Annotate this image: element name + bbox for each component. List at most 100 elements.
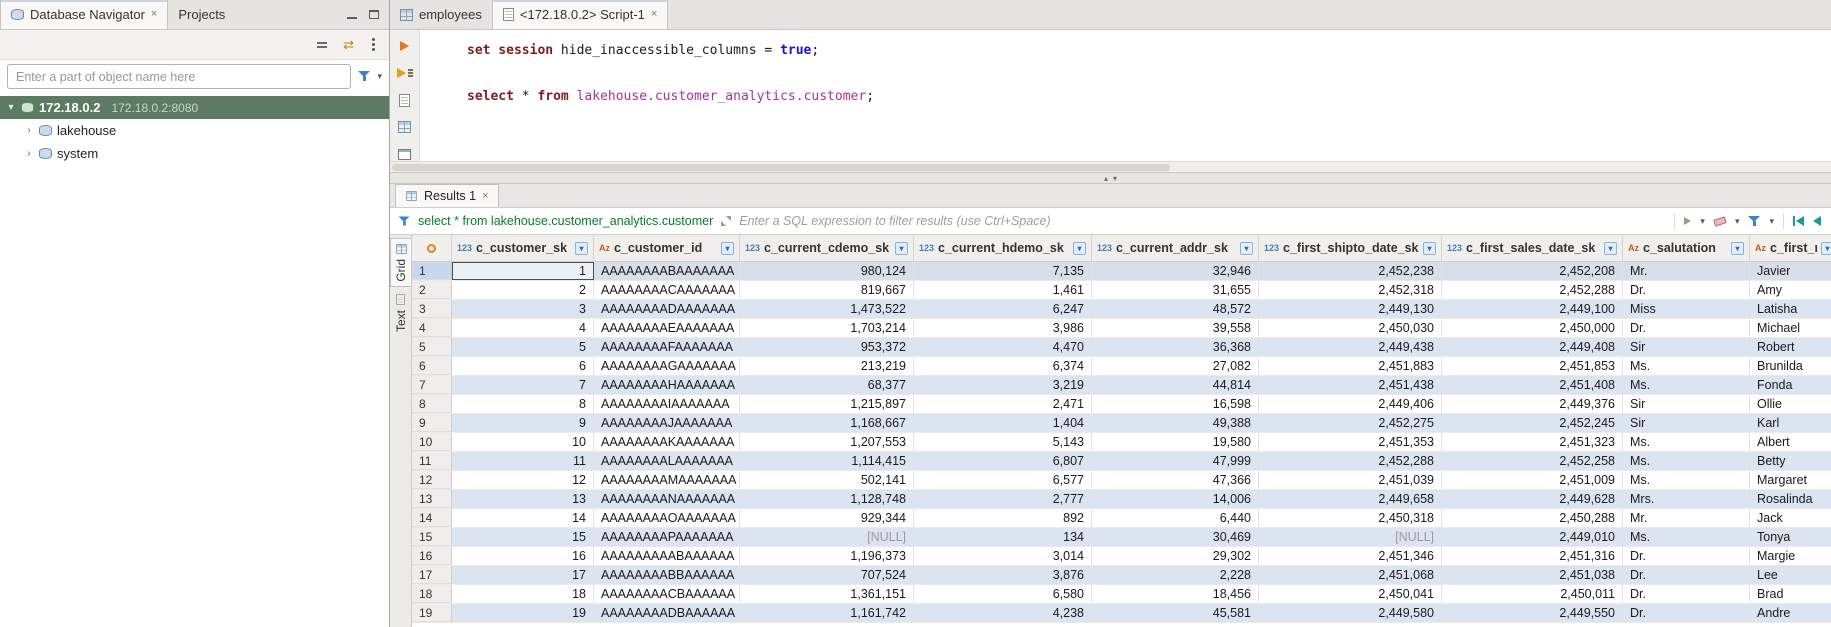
grid-cell[interactable]: 2,451,323 — [1442, 433, 1623, 451]
grid-cell[interactable]: AAAAAAAAKAAAAAAA — [594, 433, 740, 451]
grid-cell[interactable]: Sir — [1623, 395, 1750, 413]
grid-cell[interactable]: 2,451,009 — [1442, 471, 1623, 489]
grid-cell[interactable]: 2,452,245 — [1442, 414, 1623, 432]
editor-results-splitter[interactable]: ▴ ▾ — [390, 172, 1831, 184]
grid-cell[interactable]: 1,114,415 — [740, 452, 914, 470]
grid-cell[interactable]: Miss — [1623, 300, 1750, 318]
execute-statement-icon[interactable] — [397, 39, 413, 53]
maximize-icon[interactable] — [369, 10, 379, 19]
grid-cell[interactable]: 6 — [452, 357, 594, 375]
grid-cell[interactable]: Mr. — [1623, 262, 1750, 280]
grid-cell[interactable]: AAAAAAAAABAAAAAA — [594, 547, 740, 565]
grid-cell[interactable]: 13 — [452, 490, 594, 508]
column-header-c_customer_id[interactable]: Azc_customer_id▾ — [594, 235, 740, 261]
execute-script-icon[interactable] — [397, 66, 413, 80]
grid-cell[interactable]: 1,703,214 — [740, 319, 914, 337]
scrollbar-thumb[interactable] — [392, 164, 1170, 171]
grid-cell[interactable]: 2,451,353 — [1259, 433, 1442, 451]
collapse-all-icon[interactable] — [317, 46, 327, 48]
grid-cell[interactable]: 15 — [452, 528, 594, 546]
expand-icon[interactable] — [721, 216, 731, 226]
grid-cell[interactable]: 47,366 — [1092, 471, 1259, 489]
column-sort-button[interactable]: ▾ — [721, 242, 734, 255]
grid-cell[interactable]: AAAAAAAAGAAAAAAA — [594, 357, 740, 375]
arrow-left-icon[interactable] — [1793, 216, 1804, 226]
column-sort-button[interactable]: ▾ — [1240, 242, 1253, 255]
column-header-c_first_sales_date_sk[interactable]: 123c_first_sales_date_sk▾ — [1442, 235, 1623, 261]
row-number[interactable]: 3 — [412, 300, 452, 318]
grid-cell[interactable]: 11 — [452, 452, 594, 470]
grid-cell[interactable]: Jack — [1750, 509, 1831, 527]
grid-cell[interactable]: Mr. — [1623, 509, 1750, 527]
grid-cell[interactable]: 2,449,658 — [1259, 490, 1442, 508]
grid-cell[interactable]: Ollie — [1750, 395, 1831, 413]
grid-cell[interactable]: Dr. — [1623, 281, 1750, 299]
explain-plan-icon[interactable] — [397, 93, 413, 107]
grid-cell[interactable]: 213,219 — [740, 357, 914, 375]
grid-cell[interactable]: Robert — [1750, 338, 1831, 356]
row-number[interactable]: 9 — [412, 414, 452, 432]
link-with-editor-icon[interactable]: ⇄ — [343, 38, 354, 51]
grid-cell[interactable]: 17 — [452, 566, 594, 584]
grid-cell[interactable]: 2,451,346 — [1259, 547, 1442, 565]
grid-cell[interactable]: AAAAAAAABBAAAAAA — [594, 566, 740, 584]
grid-cell[interactable]: 1,196,373 — [740, 547, 914, 565]
grid-cell[interactable]: Brad — [1750, 585, 1831, 603]
grid-cell[interactable]: 707,524 — [740, 566, 914, 584]
grid-cell[interactable]: AAAAAAAADBAAAAAA — [594, 604, 740, 622]
grid-cell[interactable]: Ms. — [1623, 452, 1750, 470]
grid-cell[interactable]: 18 — [452, 585, 594, 603]
grid-cell[interactable]: 30,469 — [1092, 528, 1259, 546]
tab-script-1[interactable]: <172.18.0.2> Script-1 × — [492, 0, 668, 29]
arrow-left-icon[interactable] — [1813, 216, 1821, 226]
grid-cell[interactable]: 3,876 — [914, 566, 1092, 584]
grid-cell[interactable]: 6,374 — [914, 357, 1092, 375]
grid-cell[interactable]: 5,143 — [914, 433, 1092, 451]
grid-cell[interactable]: Ms. — [1623, 471, 1750, 489]
grid-cell[interactable]: 2,452,238 — [1259, 262, 1442, 280]
grid-cell[interactable]: 4,238 — [914, 604, 1092, 622]
row-number[interactable]: 13 — [412, 490, 452, 508]
grid-cell[interactable]: 1,168,667 — [740, 414, 914, 432]
row-number[interactable]: 11 — [412, 452, 452, 470]
grid-cell[interactable]: Margie — [1750, 547, 1831, 565]
row-number[interactable]: 18 — [412, 585, 452, 603]
grid-cell[interactable]: 2,777 — [914, 490, 1092, 508]
grid-cell[interactable]: Karl — [1750, 414, 1831, 432]
column-sort-button[interactable]: ▾ — [1731, 242, 1744, 255]
grid-cell[interactable]: 5 — [452, 338, 594, 356]
collapse-down-icon[interactable]: ▾ — [1113, 174, 1117, 183]
grid-cell[interactable]: 3,014 — [914, 547, 1092, 565]
grid-cell[interactable]: Ms. — [1623, 528, 1750, 546]
tree-item-system[interactable]: ›system — [0, 142, 389, 165]
grid-cell[interactable]: 6,440 — [1092, 509, 1259, 527]
grid-cell[interactable]: 3,986 — [914, 319, 1092, 337]
grid-cell[interactable]: 134 — [914, 528, 1092, 546]
grid-cell[interactable]: Ms. — [1623, 357, 1750, 375]
grid-cell[interactable]: 502,141 — [740, 471, 914, 489]
grid-cell[interactable]: AAAAAAAALAAAAAAA — [594, 452, 740, 470]
grid-cell[interactable]: 3,219 — [914, 376, 1092, 394]
grid-cell[interactable]: Dr. — [1623, 547, 1750, 565]
grid-cell[interactable]: Fonda — [1750, 376, 1831, 394]
grid-cell[interactable]: 14,006 — [1092, 490, 1259, 508]
grid-cell[interactable]: 2,452,288 — [1442, 281, 1623, 299]
grid-cell[interactable]: 819,667 — [740, 281, 914, 299]
grid-cell[interactable]: Brunilda — [1750, 357, 1831, 375]
column-sort-button[interactable]: ▾ — [1604, 242, 1617, 255]
chevron-down-icon[interactable]: ▾ — [377, 72, 382, 81]
view-tab-grid[interactable]: Grid — [390, 238, 411, 287]
grid-cell[interactable]: 4,470 — [914, 338, 1092, 356]
grid-cell[interactable]: Sir — [1623, 338, 1750, 356]
grid-cell[interactable]: Betty — [1750, 452, 1831, 470]
grid-cell[interactable]: Dr. — [1623, 585, 1750, 603]
grid-cell[interactable]: 2,451,883 — [1259, 357, 1442, 375]
grid-cell[interactable]: 2,452,318 — [1259, 281, 1442, 299]
grid-cell[interactable]: 2,449,438 — [1259, 338, 1442, 356]
grid-cell[interactable]: 1,128,748 — [740, 490, 914, 508]
grid-cell[interactable]: 18,456 — [1092, 585, 1259, 603]
grid-cell[interactable]: 10 — [452, 433, 594, 451]
grid-cell[interactable]: 1,215,897 — [740, 395, 914, 413]
grid-cell[interactable]: AAAAAAAACBAAAAAA — [594, 585, 740, 603]
grid-cell[interactable]: 892 — [914, 509, 1092, 527]
